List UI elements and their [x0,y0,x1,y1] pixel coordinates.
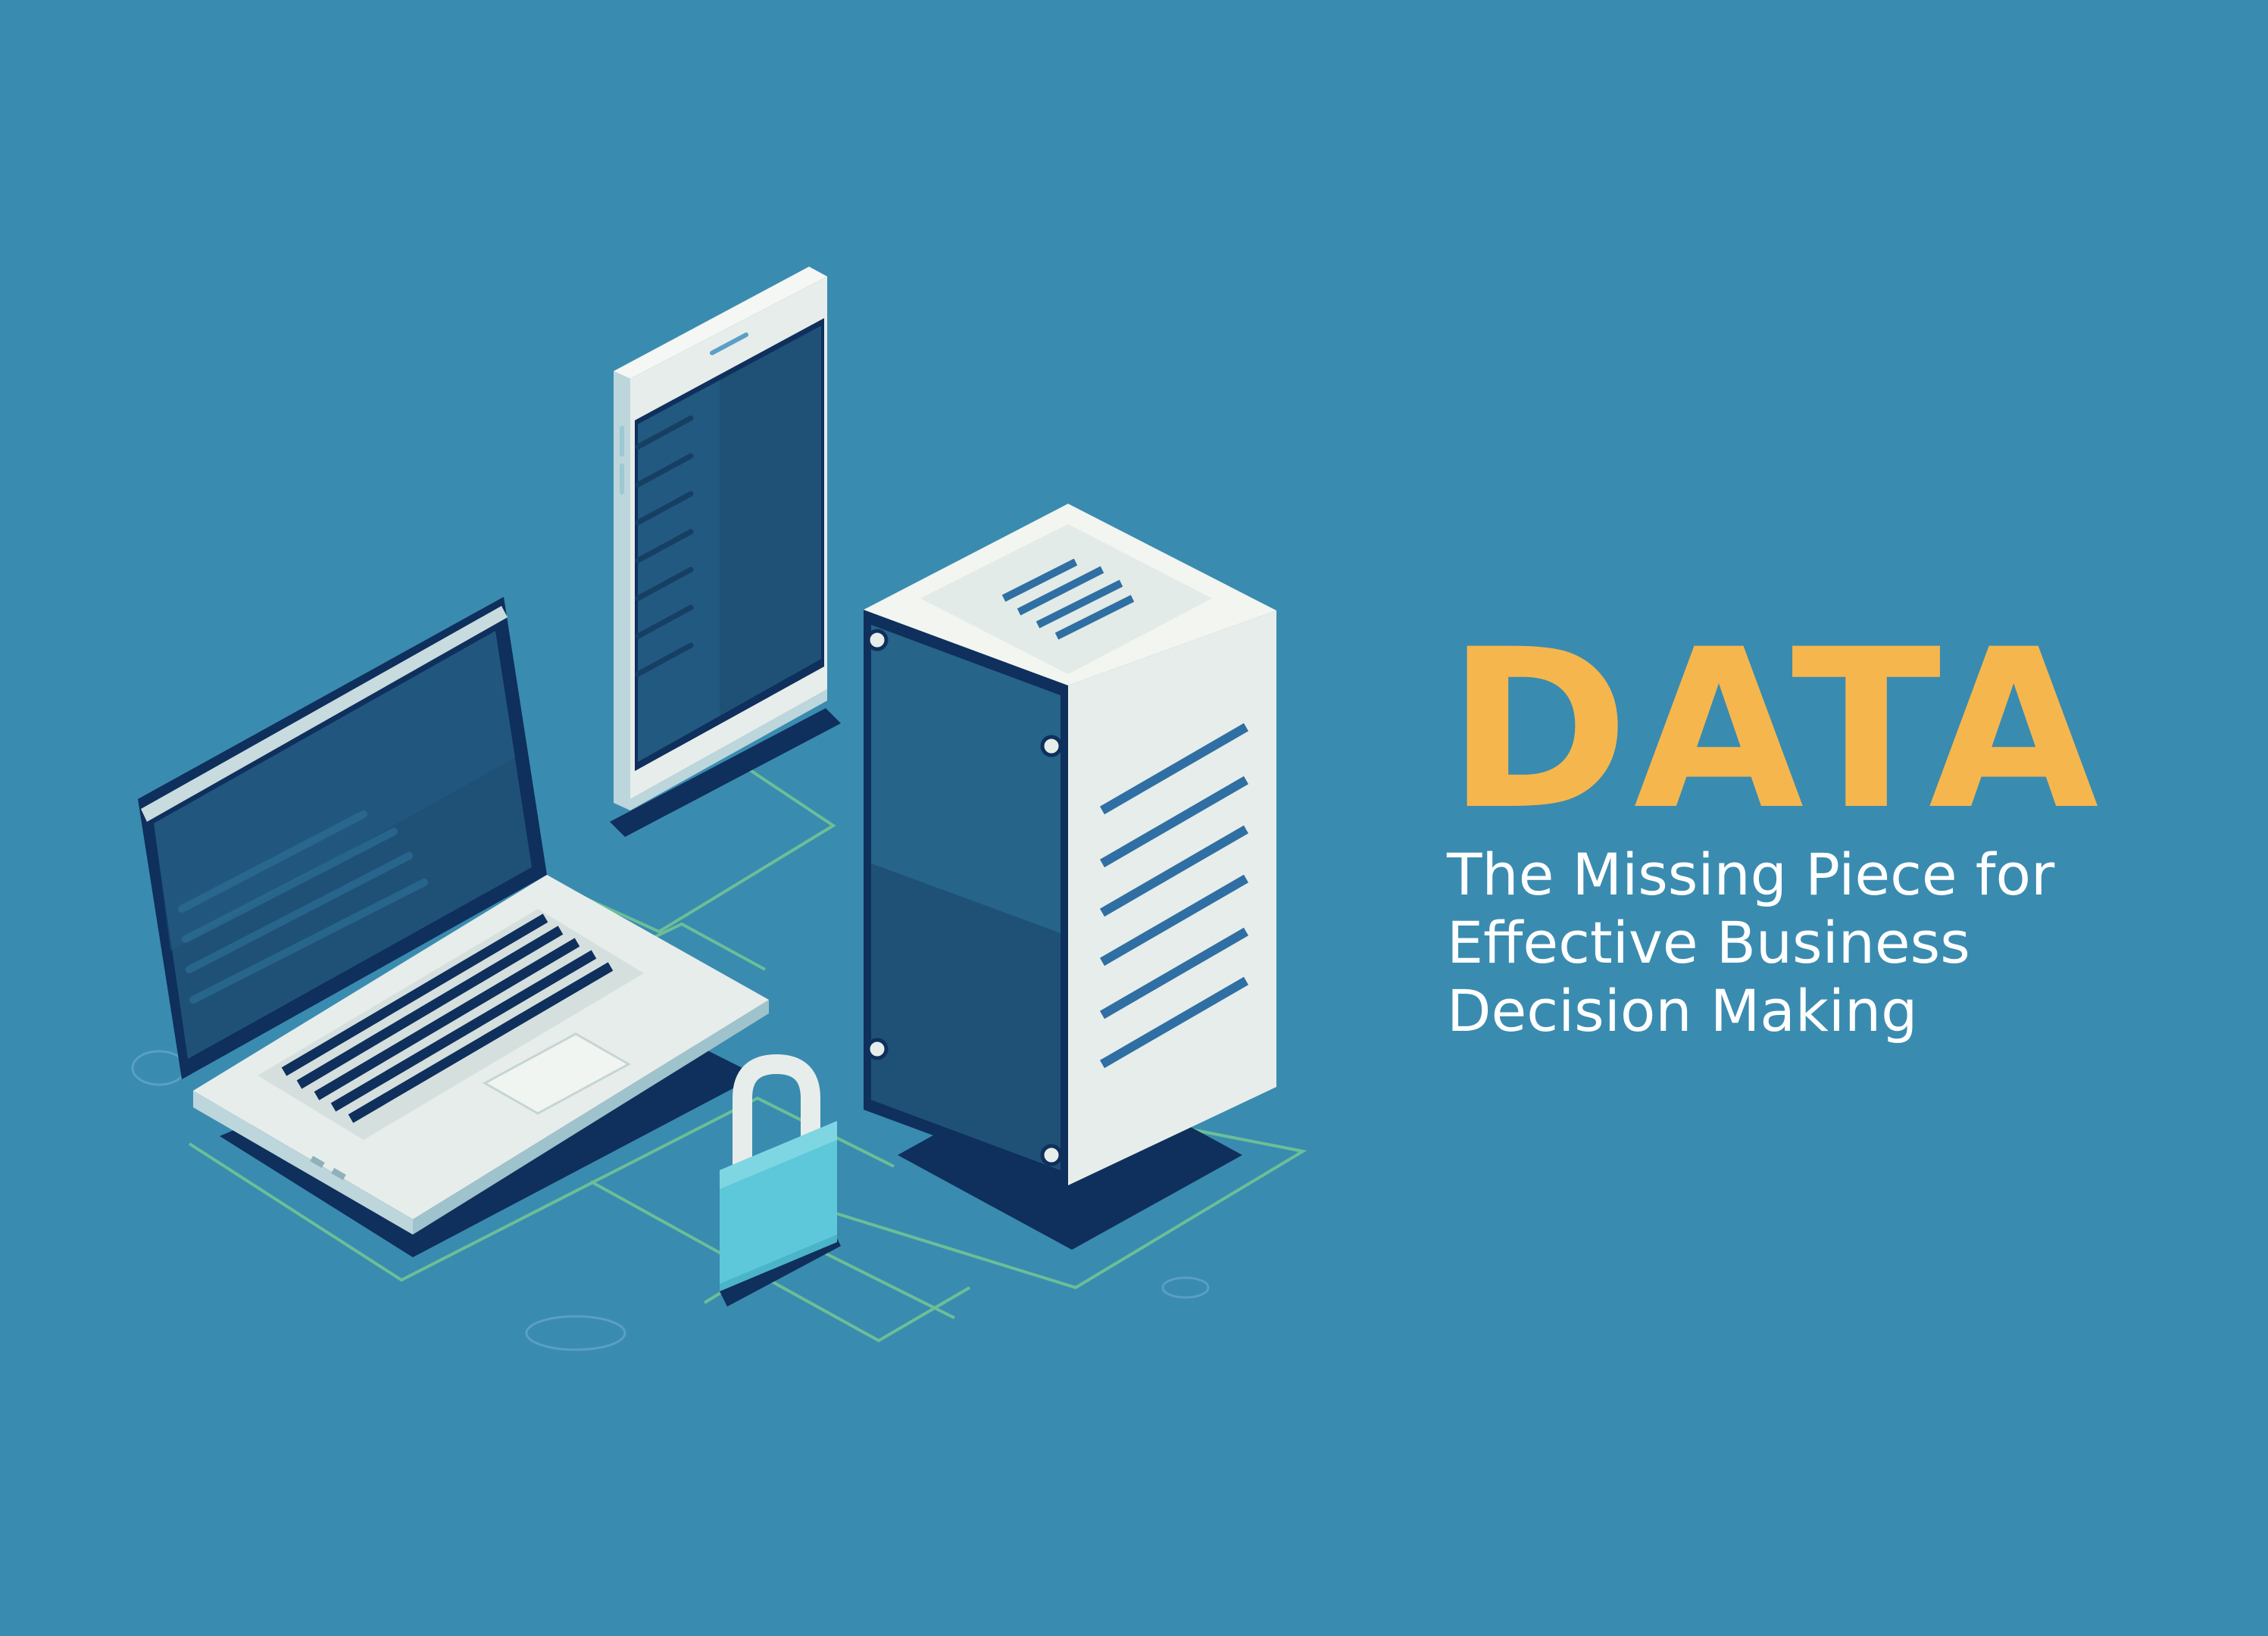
headline: DATA [1447,603,2104,858]
server-tower-icon [864,504,1276,1250]
subtitle-line-2: Effective Business [1447,909,1970,976]
smartphone-icon [610,267,841,837]
padlock-icon [720,1054,841,1307]
subtitle: The Missing Piece for Effective Business… [1447,841,2235,1045]
subtitle-line-1: The Missing Piece for [1447,841,2055,908]
subtitle-line-3: Decision Making [1447,977,1918,1044]
